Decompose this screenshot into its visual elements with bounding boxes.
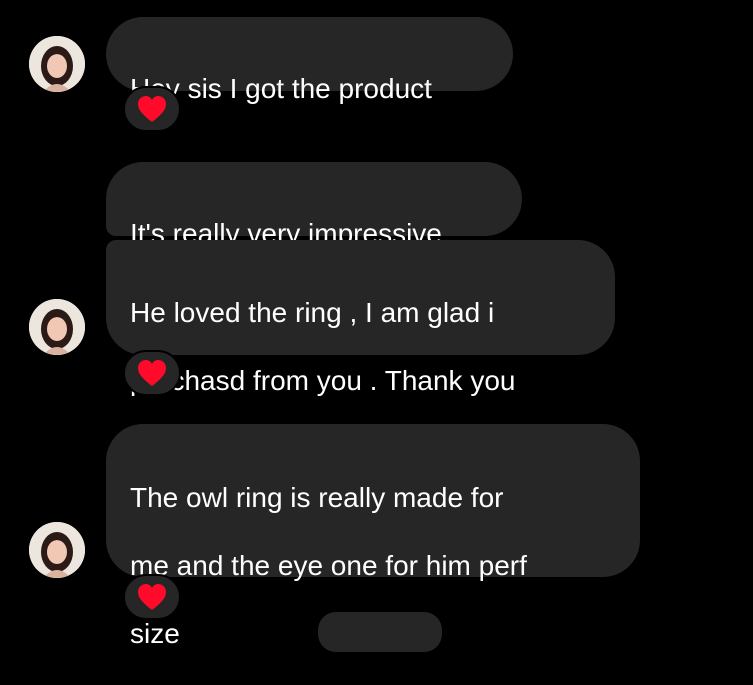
profile-photo-icon	[29, 36, 85, 92]
profile-photo-icon	[29, 299, 85, 355]
message-text: Hey sis I got the product	[130, 73, 432, 104]
heart-icon	[138, 584, 166, 610]
message-text-line: The owl ring is really made for	[130, 482, 504, 513]
heart-icon	[138, 360, 166, 386]
contact-avatar[interactable]	[29, 299, 85, 355]
message-bubble[interactable]: It's really very impressive	[106, 162, 522, 249]
message-bubble[interactable]: Hey sis I got the product	[106, 17, 513, 104]
reaction-badge[interactable]	[123, 86, 181, 132]
heart-icon	[138, 96, 166, 122]
profile-photo-icon	[29, 522, 85, 578]
reaction-badge[interactable]	[123, 574, 181, 620]
partial-bubble[interactable]	[318, 612, 442, 652]
contact-avatar[interactable]	[29, 522, 85, 578]
message-bubble[interactable]: He loved the ring , I am glad i purchasd…	[106, 240, 615, 396]
message-text-line: He loved the ring , I am glad i	[130, 297, 495, 328]
message-text-line: purchasd from you . Thank you	[130, 365, 516, 396]
contact-avatar[interactable]	[29, 36, 85, 92]
message-text-line: me and the eye one for him perf	[130, 550, 527, 581]
message-bubble[interactable]: The owl ring is really made for me and t…	[106, 424, 640, 649]
reaction-badge[interactable]	[123, 350, 181, 396]
